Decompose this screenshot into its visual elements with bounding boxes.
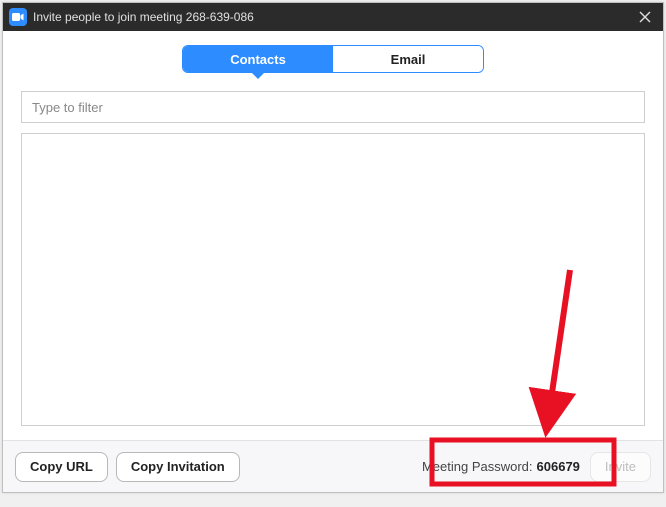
meeting-password-value: 606679: [537, 459, 580, 474]
window-title: Invite people to join meeting 268-639-08…: [33, 10, 631, 24]
close-button[interactable]: [631, 3, 659, 31]
tab-contacts[interactable]: Contacts: [183, 46, 333, 72]
copy-invitation-label: Copy Invitation: [131, 459, 225, 474]
invite-label: Invite: [605, 459, 636, 474]
close-icon: [639, 11, 651, 23]
tab-group: Contacts Email: [182, 45, 484, 73]
tabs-row: Contacts Email: [3, 31, 663, 83]
tab-contacts-label: Contacts: [230, 52, 286, 67]
meeting-password-label: Meeting Password:: [422, 459, 533, 474]
titlebar: Invite people to join meeting 268-639-08…: [3, 3, 663, 31]
copy-url-label: Copy URL: [30, 459, 93, 474]
tab-email[interactable]: Email: [333, 46, 483, 72]
invite-dialog: Invite people to join meeting 268-639-08…: [2, 2, 664, 493]
copy-invitation-button[interactable]: Copy Invitation: [116, 452, 240, 482]
footer: Copy URL Copy Invitation Meeting Passwor…: [3, 440, 663, 492]
invite-button[interactable]: Invite: [590, 452, 651, 482]
tab-email-label: Email: [391, 52, 426, 67]
zoom-app-icon: [9, 8, 27, 26]
filter-input[interactable]: [21, 91, 645, 123]
copy-url-button[interactable]: Copy URL: [15, 452, 108, 482]
contacts-list[interactable]: [21, 133, 645, 426]
content-area: [3, 83, 663, 440]
